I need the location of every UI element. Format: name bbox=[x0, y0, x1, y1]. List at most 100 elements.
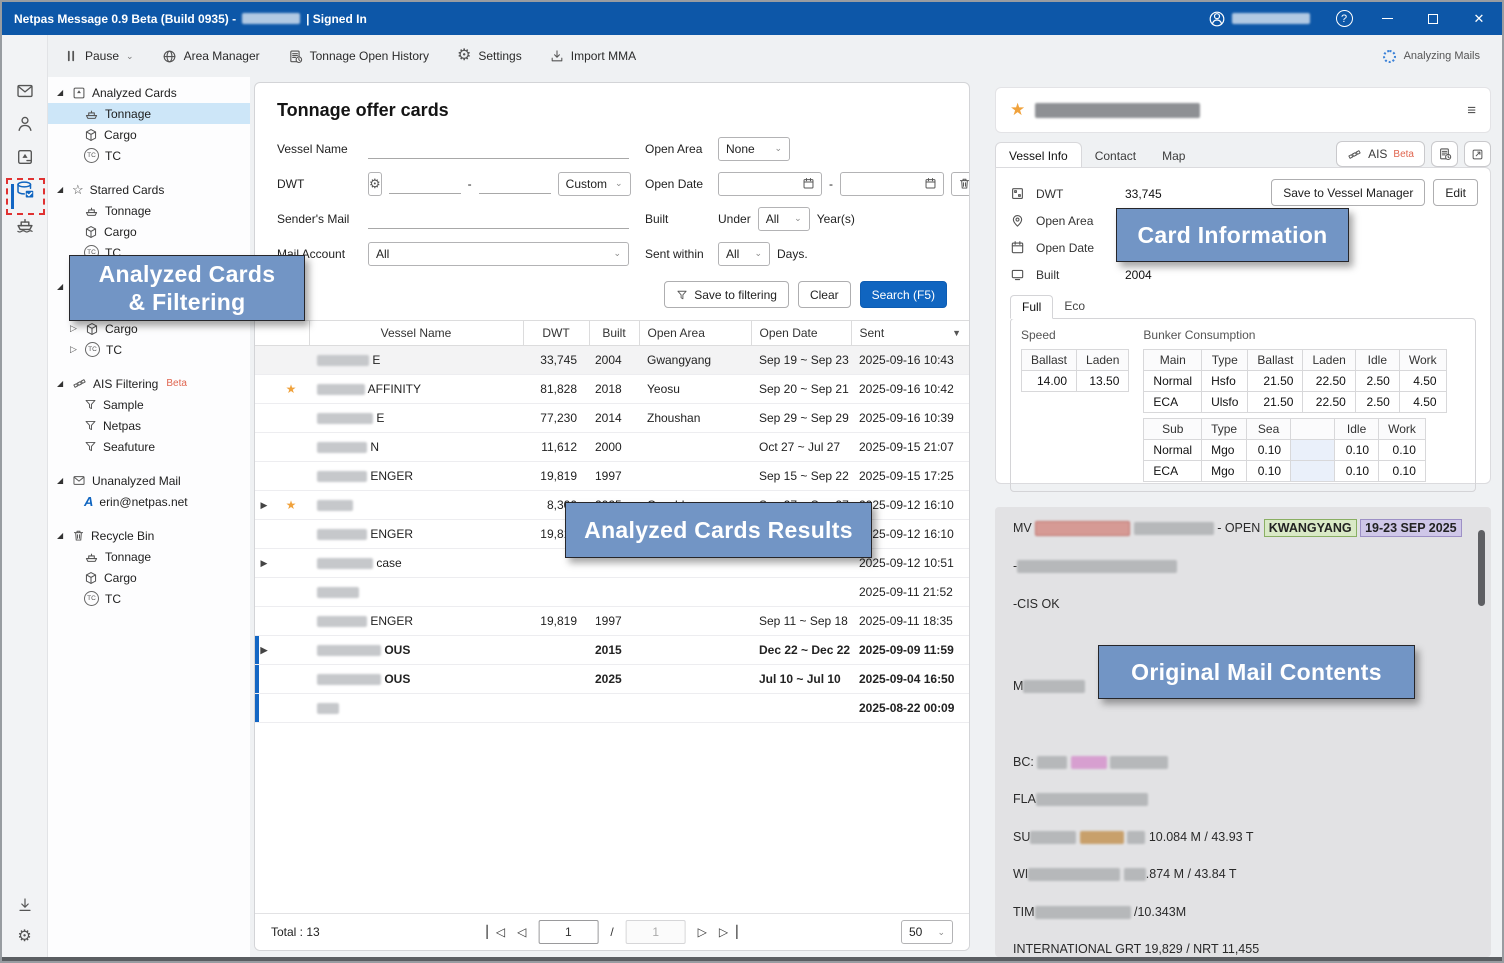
subtab-full[interactable]: Full bbox=[1010, 295, 1053, 319]
close-button[interactable]: ✕ bbox=[1456, 2, 1502, 35]
tree-section-ais-filtering[interactable]: ◢AIS FilteringBeta bbox=[48, 373, 250, 394]
open-date-from-input[interactable] bbox=[718, 172, 822, 196]
tree-item-tc[interactable]: ▷TCTC bbox=[48, 339, 250, 360]
account-button[interactable] bbox=[1195, 2, 1324, 35]
star-icon[interactable]: ★ bbox=[1010, 100, 1025, 120]
rail-vessel-button[interactable] bbox=[13, 213, 37, 233]
import-mma-button[interactable]: Import MMA bbox=[550, 49, 636, 63]
vessel-name-input[interactable] bbox=[368, 139, 629, 159]
column-header-open-date[interactable]: Open Date bbox=[751, 321, 851, 346]
tab-vessel-info[interactable]: Vessel Info bbox=[995, 142, 1082, 168]
save-to-vessel-manager-button[interactable]: Save to Vessel Manager bbox=[1271, 179, 1425, 206]
column-header-sent[interactable]: Sent▼ bbox=[851, 321, 969, 346]
settings-button[interactable]: ⚙ Settings bbox=[457, 48, 522, 64]
mail-account-select[interactable]: All⌄ bbox=[368, 242, 629, 266]
tree-item-erin@netpas.net[interactable]: Aerin@netpas.net bbox=[48, 491, 250, 512]
expand-row-icon[interactable]: ▶ bbox=[261, 645, 268, 655]
column-header-dwt[interactable]: DWT bbox=[523, 321, 589, 346]
original-mail-panel[interactable]: MV - OPEN KWANGYANG 19-23 SEP 2025--CIS … bbox=[995, 507, 1491, 957]
subtab-eco[interactable]: Eco bbox=[1053, 295, 1096, 319]
table-row[interactable]: 2025-09-11 21:52 bbox=[255, 578, 969, 607]
tree-item-tc[interactable]: TCTC bbox=[48, 588, 250, 609]
next-page-button[interactable]: ▷ bbox=[698, 925, 707, 939]
tab-map[interactable]: Map bbox=[1149, 143, 1198, 168]
expand-row-icon[interactable]: ▶ bbox=[261, 558, 268, 568]
collapse-icon[interactable]: ▷ bbox=[70, 323, 79, 334]
tree-section-recycle-bin[interactable]: ◢Recycle Bin bbox=[48, 525, 250, 546]
star-icon[interactable]: ★ bbox=[286, 382, 297, 396]
star-icon[interactable]: ★ bbox=[286, 498, 297, 512]
expand-icon[interactable]: ◢ bbox=[57, 88, 66, 97]
help-button[interactable]: ? bbox=[1324, 2, 1364, 35]
expand-icon[interactable]: ◢ bbox=[57, 476, 66, 485]
rail-cards-button[interactable] bbox=[13, 147, 37, 167]
sort-arrow-icon[interactable]: ▼ bbox=[952, 328, 961, 338]
column-header-vessel-name[interactable]: Vessel Name bbox=[309, 321, 523, 346]
tree-item-cargo[interactable]: Cargo bbox=[48, 221, 250, 242]
expand-icon[interactable]: ◢ bbox=[57, 282, 66, 291]
ais-button[interactable]: AISBeta bbox=[1336, 141, 1425, 167]
table-row[interactable]: E77,2302014ZhoushanSep 29 ~ Sep 292025-0… bbox=[255, 404, 969, 433]
sent-within-select[interactable]: All⌄ bbox=[718, 242, 770, 266]
search-button[interactable]: Search (F5) bbox=[860, 281, 947, 308]
pause-button[interactable]: Pause ⌄ bbox=[64, 49, 134, 63]
dwt-mode-select[interactable]: Custom⌄ bbox=[558, 172, 631, 196]
expand-icon[interactable]: ◢ bbox=[57, 185, 66, 194]
tree-section-unanalyzed-mail[interactable]: ◢Unanalyzed Mail bbox=[48, 470, 250, 491]
table-row[interactable]: ★ AFFINITY81,8282018YeosuSep 20 ~ Sep 21… bbox=[255, 375, 969, 404]
tonnage-open-history-button[interactable]: Tonnage Open History bbox=[288, 49, 429, 64]
hamburger-menu-icon[interactable]: ≡ bbox=[1467, 102, 1476, 119]
table-row[interactable]: 2025-08-22 00:09 bbox=[255, 694, 969, 723]
page-number-input[interactable]: 1 bbox=[538, 920, 598, 944]
tree-item-cargo[interactable]: Cargo bbox=[48, 567, 250, 588]
tree-item-cargo[interactable]: ▷Cargo bbox=[48, 318, 250, 339]
table-row[interactable]: ENGER19,8191997Sep 15 ~ Sep 222025-09-15… bbox=[255, 462, 969, 491]
tree-item-netpas[interactable]: Netpas bbox=[48, 415, 250, 436]
tree-item-sample[interactable]: Sample bbox=[48, 394, 250, 415]
last-page-button[interactable]: ▷▕ bbox=[719, 925, 737, 939]
dwt-min-input[interactable] bbox=[389, 174, 461, 194]
card-open-button[interactable] bbox=[1464, 141, 1491, 167]
built-select[interactable]: All⌄ bbox=[758, 207, 810, 231]
tree-section-analyzed-cards[interactable]: ◢Analyzed Cards bbox=[48, 82, 250, 103]
rail-settings-button[interactable]: ⚙ bbox=[13, 927, 37, 947]
dwt-max-input[interactable] bbox=[479, 174, 551, 194]
senders-mail-input[interactable] bbox=[368, 209, 629, 229]
table-row[interactable]: ▶ OUS2015Dec 22 ~ Dec 222025-09-09 11:59 bbox=[255, 636, 969, 665]
rail-download-button[interactable] bbox=[13, 895, 37, 915]
save-to-filtering-button[interactable]: Save to filtering bbox=[664, 281, 789, 308]
page-size-select[interactable]: 50⌄ bbox=[901, 920, 953, 944]
first-page-button[interactable]: ▏◁ bbox=[487, 925, 505, 939]
tree-item-tc[interactable]: TCTC bbox=[48, 145, 250, 166]
table-row[interactable]: E33,7452004GwangyangSep 19 ~ Sep 232025-… bbox=[255, 346, 969, 375]
tree-item-tonnage[interactable]: Tonnage bbox=[48, 546, 250, 567]
tree-section-starred-cards[interactable]: ◢☆Starred Cards bbox=[48, 179, 250, 200]
scrollbar-thumb[interactable] bbox=[1478, 530, 1485, 606]
prev-page-button[interactable]: ◁ bbox=[517, 925, 526, 939]
tree-item-tonnage[interactable]: Tonnage bbox=[48, 103, 250, 124]
open-date-to-input[interactable] bbox=[840, 172, 944, 196]
tree-item-seafuture[interactable]: Seafuture bbox=[48, 436, 250, 457]
rail-analyzed-db-button[interactable] bbox=[13, 180, 37, 200]
maximize-button[interactable] bbox=[1410, 2, 1456, 35]
expand-icon[interactable]: ◢ bbox=[57, 531, 66, 540]
column-header-built[interactable]: Built bbox=[589, 321, 639, 346]
clear-button[interactable]: Clear bbox=[798, 281, 851, 308]
open-area-select[interactable]: None⌄ bbox=[718, 137, 790, 161]
card-history-button[interactable] bbox=[1431, 141, 1458, 167]
tab-contact[interactable]: Contact bbox=[1082, 143, 1149, 168]
table-row[interactable]: N11,6122000Oct 27 ~ Jul 272025-09-15 21:… bbox=[255, 433, 969, 462]
edit-button[interactable]: Edit bbox=[1433, 179, 1478, 206]
area-manager-button[interactable]: Area Manager bbox=[162, 49, 260, 64]
table-row[interactable]: ENGER19,8191997Sep 11 ~ Sep 182025-09-11… bbox=[255, 607, 969, 636]
tree-item-cargo[interactable]: Cargo bbox=[48, 124, 250, 145]
minimize-button[interactable] bbox=[1364, 2, 1410, 35]
rail-contacts-button[interactable] bbox=[13, 114, 37, 134]
expand-row-icon[interactable]: ▶ bbox=[261, 500, 268, 510]
table-row[interactable]: OUS2025Jul 10 ~ Jul 102025-09-04 16:50 bbox=[255, 665, 969, 694]
rail-mail-button[interactable] bbox=[13, 81, 37, 101]
collapse-icon[interactable]: ▷ bbox=[70, 344, 79, 355]
column-header-open-area[interactable]: Open Area bbox=[639, 321, 751, 346]
open-date-clear-button[interactable] bbox=[951, 172, 970, 196]
dwt-settings-button[interactable]: ⚙ bbox=[368, 172, 382, 196]
